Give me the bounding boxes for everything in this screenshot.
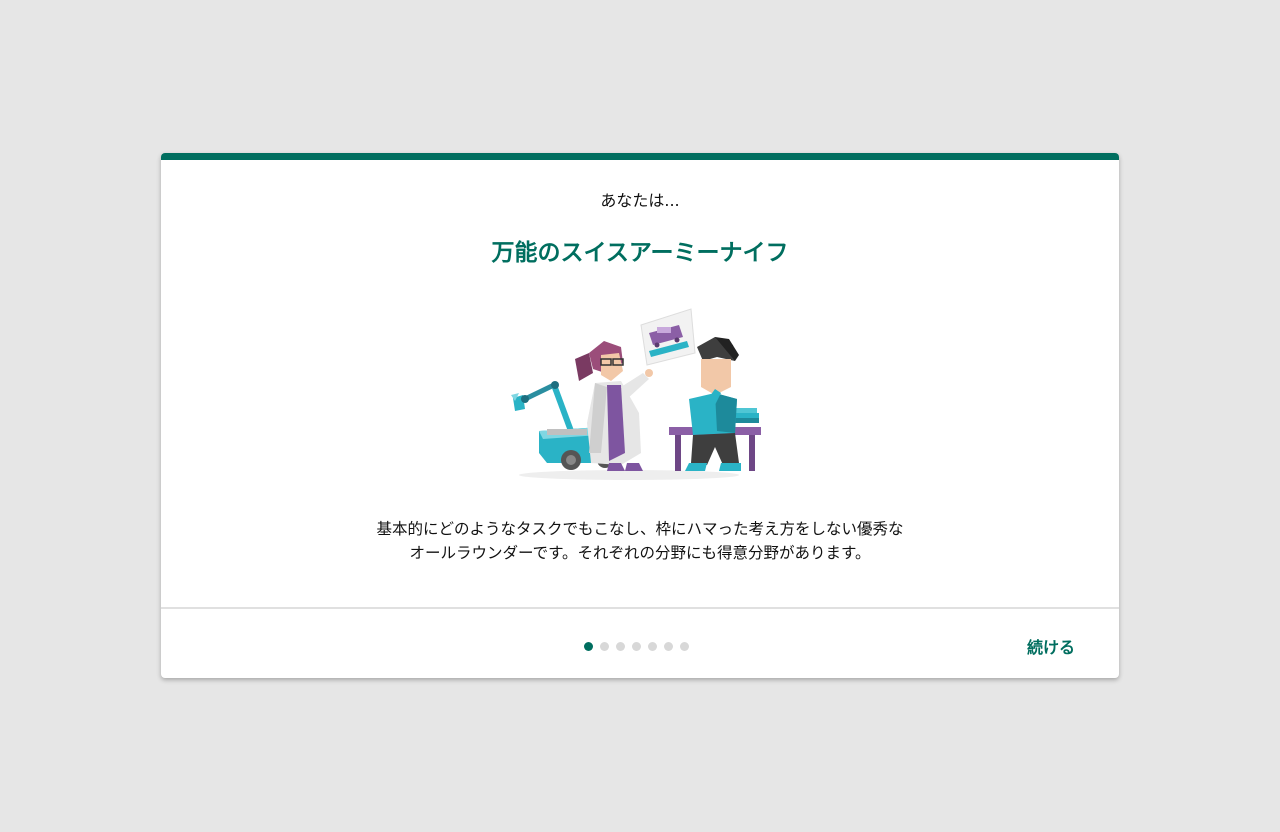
scientist-man-icon: [669, 337, 761, 471]
pagination-dot-7: [680, 642, 689, 651]
scientists-robot-illustration: [511, 308, 761, 480]
continue-button[interactable]: 続ける: [1027, 634, 1075, 658]
result-description: 基本的にどのようなタスクでもこなし、枠にハマった考え方をしない優秀な オールラウ…: [361, 517, 919, 565]
pagination-dot-5: [648, 642, 657, 651]
description-line-1: 基本的にどのようなタスクでもこなし、枠にハマった考え方をしない優秀な: [376, 520, 904, 538]
pagination-dot-6: [664, 642, 673, 651]
card-accent-bar: [161, 153, 1119, 160]
footer-divider: [161, 607, 1119, 609]
speech-bubble-car-icon: [640, 308, 696, 366]
pagination-dot-2: [600, 642, 609, 651]
pagination-dot-1: [584, 642, 593, 651]
result-title: 万能のスイスアーミーナイフ: [491, 240, 789, 266]
description-line-2: オールラウンダーです。それぞれの分野にも得意分野があります。: [409, 544, 871, 562]
result-subtitle: あなたは...: [600, 191, 680, 210]
result-card: あなたは... 万能のスイスアーミーナイフ 基本的にどのようなタスクでもこなし、…: [161, 153, 1119, 678]
pagination-dots: [584, 642, 689, 651]
pagination-dot-4: [632, 642, 641, 651]
pagination-dot-3: [616, 642, 625, 651]
